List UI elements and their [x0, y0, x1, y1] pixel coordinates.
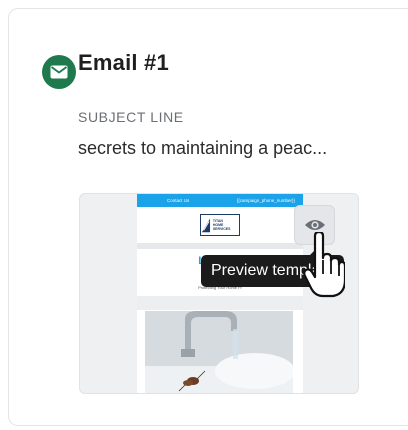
envelope-icon — [42, 55, 76, 89]
preview-topbar: Contact Us {{campaign_phone_number}} — [137, 194, 303, 207]
subject-line-label: SUBJECT LINE — [78, 109, 184, 125]
preview-divider — [137, 243, 303, 249]
email-preview-document: Contact Us {{campaign_phone_number}} TIT… — [137, 194, 303, 393]
hand-pointer-icon — [303, 232, 345, 298]
titan-logo: TITAN HOME SERVICES — [200, 214, 240, 236]
preview-phone-placeholder: {{campaign_phone_number}} — [236, 198, 295, 203]
eye-icon — [304, 220, 325, 230]
subject-line-value: secrets to maintaining a peac... — [78, 138, 328, 158]
logo-text-secondary: HOME SERVICES — [212, 223, 231, 231]
preview-logo-area: TITAN HOME SERVICES — [137, 207, 303, 243]
preview-contact-link: Contact Us — [167, 198, 190, 203]
preview-divider-2 — [137, 296, 303, 310]
email-title: Email #1 — [78, 50, 169, 75]
preview-hero-image — [145, 311, 293, 393]
